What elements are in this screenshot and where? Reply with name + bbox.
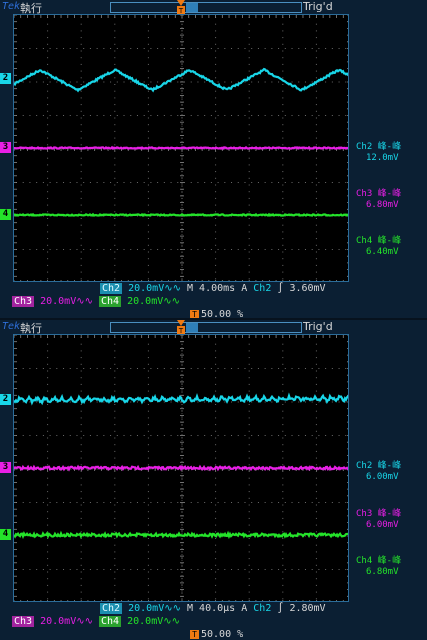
trigger-slope-icon: ∫ (277, 283, 284, 294)
ch2-bw-icon: ∿∿ (164, 283, 181, 294)
ch3-trace (14, 464, 348, 472)
ch4-scale: 20.0mV (127, 296, 164, 307)
measurement-label: Ch4 峰-峰 (356, 556, 402, 566)
waveform-plot (14, 15, 348, 281)
ch2-tag[interactable]: Ch2 (100, 603, 123, 614)
status-line-1: Ch2 20.0mV∿∿ M 4.00ms A Ch2 ∫ 3.60mV (100, 283, 326, 294)
scope-panel-top: Tek 執行 Trig'd T 2 3 4 Ch2 峰-峰 12.0mV Ch3… (0, 0, 427, 320)
measurement-value: 6.00mV (366, 472, 399, 482)
brand-logo: Tek (2, 321, 21, 332)
measurement-ch3: Ch3 峰-峰 6.00mV (356, 509, 401, 531)
status-line-1: Ch2 20.0mV∿∿ M 40.0µs A Ch2 ∫ 2.80mV (100, 603, 326, 614)
ch2-tag[interactable]: Ch2 (100, 283, 123, 294)
ch3-tag[interactable]: Ch3 (12, 296, 35, 307)
ch3-tag[interactable]: Ch3 (12, 616, 35, 627)
measurement-label: Ch3 峰-峰 (356, 509, 402, 519)
measurement-label: Ch3 峰-峰 (356, 189, 402, 199)
scope-panel-bottom: Tek 執行 Trig'd T 2 3 4 Ch2 峰-峰 6.00mV Ch3… (0, 320, 427, 640)
ch4-tag[interactable]: Ch4 (99, 296, 122, 307)
measurement-value: 6.40mV (366, 247, 399, 257)
record-view-bar[interactable] (110, 2, 302, 13)
trigger-level[interactable]: 3.60mV (289, 283, 325, 294)
trigger-level[interactable]: 2.80mV (289, 603, 325, 614)
measurement-label: Ch4 峰-峰 (356, 236, 402, 246)
measurement-ch2: Ch2 峰-峰 12.0mV (356, 142, 401, 164)
ch4-marker[interactable]: 4 (0, 529, 11, 540)
ch3-bw-icon: ∿∿ (76, 616, 93, 627)
record-window (186, 3, 198, 12)
ch3-bw-icon: ∿∿ (76, 296, 93, 307)
ch3-trace (14, 145, 348, 151)
trigger-mode: A (241, 603, 248, 614)
header-bar: Tek 執行 Trig'd (0, 320, 427, 335)
measurement-value: 6.00mV (366, 520, 399, 530)
waveform-screen[interactable] (13, 14, 349, 282)
svg-text:T: T (178, 327, 184, 334)
measurement-value: 6.80mV (366, 200, 399, 210)
svg-text:T: T (178, 7, 184, 14)
ch4-trace (14, 212, 348, 218)
ch3-scale: 20.0mV (40, 616, 77, 627)
ch2-scale: 20.0mV (128, 283, 165, 294)
ch2-scale: 20.0mV (128, 603, 165, 614)
timebase[interactable]: M 4.00ms (187, 283, 235, 294)
measurement-ch2: Ch2 峰-峰 6.00mV (356, 461, 401, 483)
ch2-marker[interactable]: 2 (0, 73, 11, 84)
trigger-position-icon: T (190, 629, 199, 639)
timebase[interactable]: M 40.0µs (187, 603, 235, 614)
measurement-ch3: Ch3 峰-峰 6.80mV (356, 189, 401, 211)
header-bar: Tek 執行 Trig'd (0, 0, 427, 15)
trigger-mode: A (241, 283, 248, 294)
waveform-plot (14, 335, 348, 601)
measurement-label: Ch2 峰-峰 (356, 461, 402, 471)
record-window (186, 323, 198, 332)
ch3-marker[interactable]: 3 (0, 142, 11, 153)
ch4-marker[interactable]: 4 (0, 209, 11, 220)
brand-logo: Tek (2, 1, 21, 12)
measurement-value: 6.80mV (366, 567, 399, 577)
status-line-2: Ch3 20.0mV∿∿ Ch4 20.0mV∿∿ (12, 616, 180, 627)
trigger-source: Ch2 (253, 603, 272, 614)
trigger-state: Trig'd (303, 320, 333, 333)
ch4-tag[interactable]: Ch4 (99, 616, 122, 627)
measurement-ch4: Ch4 峰-峰 6.80mV (356, 556, 401, 578)
trigger-source: Ch2 (253, 283, 272, 294)
trigger-position-value: 50.00 % (201, 629, 244, 640)
measurement-label: Ch2 峰-峰 (356, 142, 402, 152)
trigger-state: Trig'd (303, 0, 333, 13)
ch2-bw-icon: ∿∿ (164, 603, 181, 614)
trigger-position[interactable]: T 50.00 % (190, 629, 243, 640)
waveform-screen[interactable] (13, 334, 349, 602)
trigger-position-icon[interactable]: T (177, 320, 185, 334)
ch4-bw-icon: ∿∿ (163, 296, 180, 307)
ch3-scale: 20.0mV (40, 296, 77, 307)
trigger-position-icon[interactable]: T (177, 0, 185, 14)
ch4-scale: 20.0mV (127, 616, 164, 627)
record-view-bar[interactable] (110, 322, 302, 333)
ch2-marker[interactable]: 2 (0, 394, 11, 405)
ch2-trace (14, 67, 348, 93)
trigger-slope-icon: ∫ (277, 603, 284, 614)
status-line-2: Ch3 20.0mV∿∿ Ch4 20.0mV∿∿ (12, 296, 180, 307)
measurement-ch4: Ch4 峰-峰 6.40mV (356, 236, 401, 258)
ch4-bw-icon: ∿∿ (163, 616, 180, 627)
measurement-value: 12.0mV (366, 153, 399, 163)
ch3-marker[interactable]: 3 (0, 462, 11, 473)
